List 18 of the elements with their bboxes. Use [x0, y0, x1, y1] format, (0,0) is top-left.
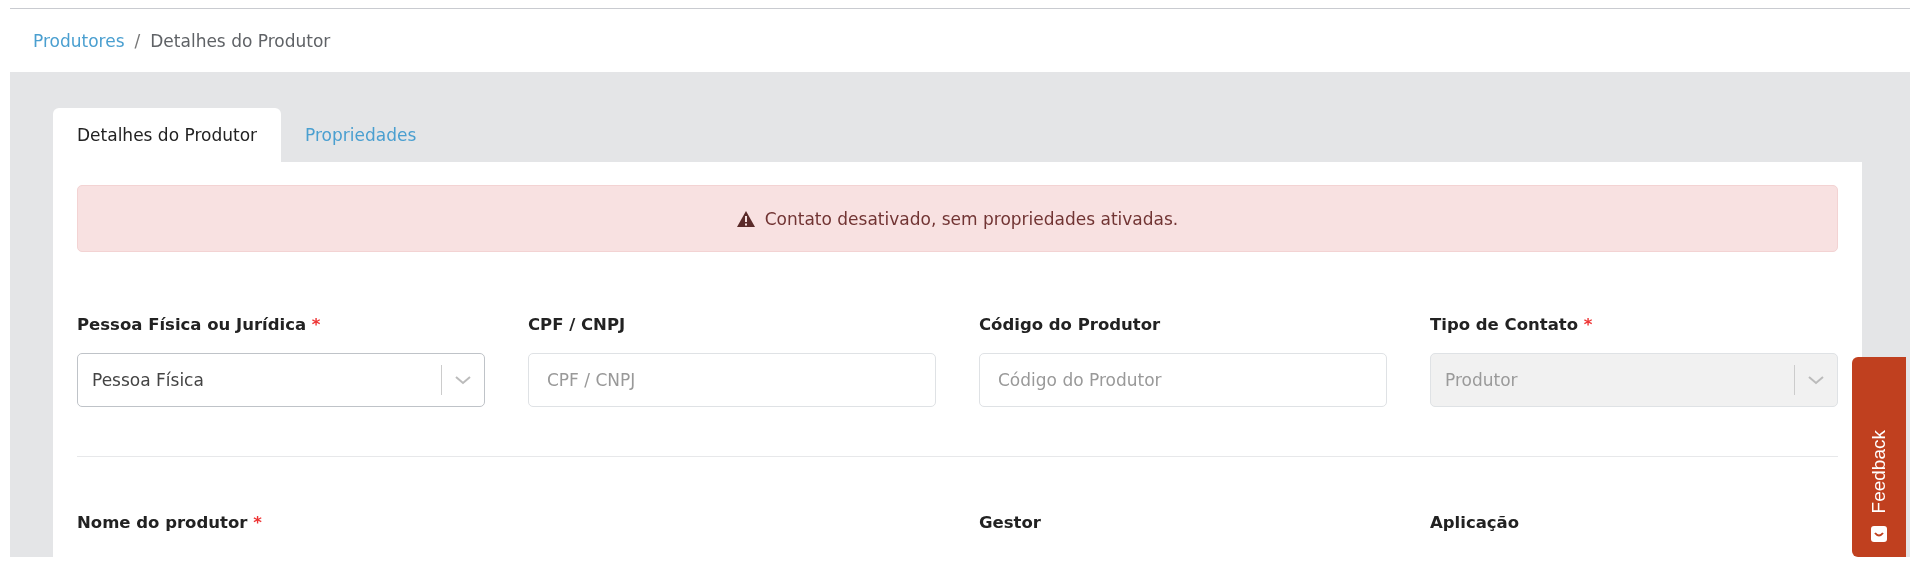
breadcrumb-link[interactable]: Produtores [33, 30, 125, 51]
input-field[interactable]: CPF / CNPJ [528, 353, 936, 407]
field-label: Tipo de Contato * [1430, 315, 1594, 334]
field-label: Aplicação [1430, 513, 1520, 532]
select-field[interactable]: Pessoa Física [77, 353, 485, 407]
feedback-button[interactable]: Feedback [1852, 357, 1906, 557]
tab[interactable]: Detalhes do Produtor [53, 108, 282, 162]
alert-message: Contato desativado, sem propriedades ativadas. [764, 208, 1179, 229]
field-label: Pessoa Física ou Jurídica * [77, 315, 322, 334]
field-label: CPF / CNPJ [528, 315, 627, 334]
breadcrumb-current: Detalhes do Produtor [150, 30, 331, 51]
field-label: Código do Produtor [979, 315, 1162, 334]
warning-icon [736, 210, 755, 227]
field-label: Nome do produtor * [77, 513, 262, 532]
field-label: Gestor [979, 513, 1041, 532]
smiley-icon [1870, 525, 1888, 543]
breadcrumb-separator: / [134, 30, 141, 51]
input-field[interactable]: Código do Produtor [979, 353, 1387, 407]
